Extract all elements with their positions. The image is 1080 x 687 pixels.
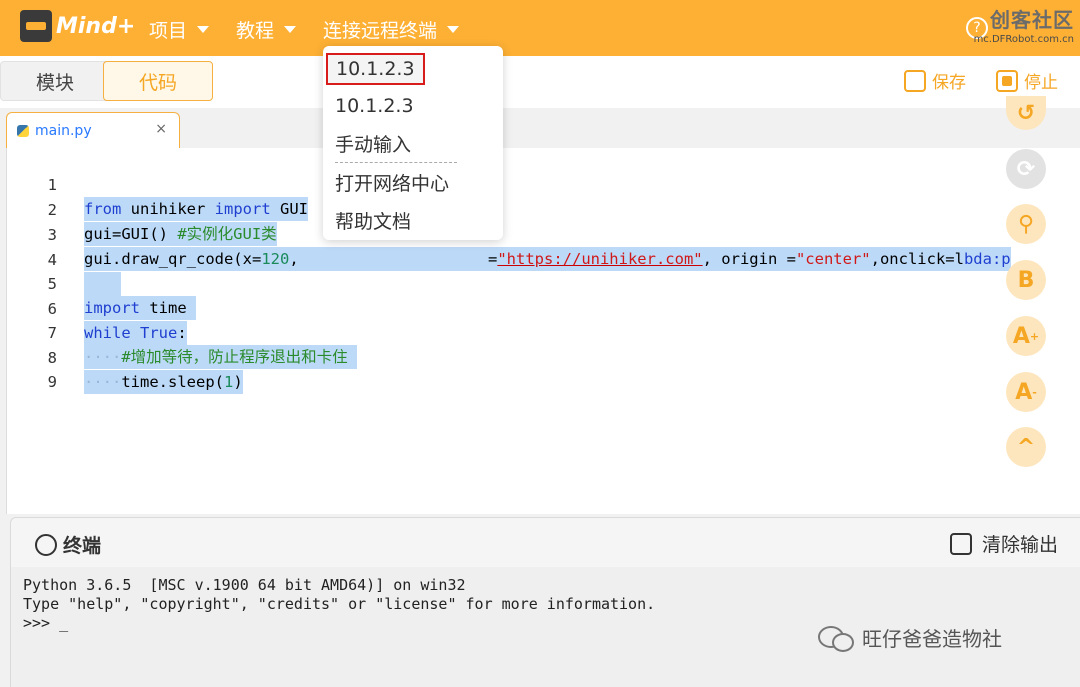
scroll-top-button[interactable]: ^ [1006, 427, 1046, 467]
code-text: ····time.sleep(1) [84, 370, 243, 394]
font-increase-button[interactable]: A + [1006, 316, 1046, 356]
code-line: 5 import time [7, 248, 1080, 320]
code-line: 6 while True: [7, 273, 1080, 345]
wechat-icon [818, 624, 854, 652]
line-number: 9 [47, 373, 57, 391]
font-decrease-button[interactable]: A- [1006, 372, 1046, 412]
save-icon [904, 69, 926, 92]
terminal-line: Python 3.6.5 [MSC v.1900 64 bit AMD64)] … [23, 576, 466, 594]
tab-module[interactable]: 模块 [0, 61, 110, 101]
dropdown-item-network-center[interactable]: 打开网络中心 [335, 169, 449, 199]
menu-bar: Mind+ 项目 教程 连接远程终端 ? 创客社区 mc.DFRobot.com… [0, 0, 1080, 56]
app-logo: Mind+ [20, 10, 135, 42]
save-button[interactable]: 保存 [904, 68, 966, 93]
dropdown-item-ip[interactable]: 10.1.2.3 [335, 91, 414, 121]
terminal-title: 终端 [35, 531, 101, 558]
code-line: 9 [7, 346, 1080, 391]
menu-tutorial[interactable]: 教程 [236, 16, 297, 43]
terminal-prompt: >>> _ [23, 614, 69, 632]
menu-remote-terminal-label: 连接远程终端 [323, 20, 438, 42]
remote-terminal-dropdown: 10.1.2.3 10.1.2.3 手动输入 打开网络中心 帮助文档 [323, 46, 503, 240]
stop-button[interactable]: 停止 [996, 68, 1058, 93]
code-line: 8 ····time.sleep(1) [7, 322, 1080, 394]
clear-output-button[interactable]: 清除输出 [949, 530, 1058, 557]
mind-plus-window: Mind+ 项目 教程 连接远程终端 ? 创客社区 mc.DFRobot.com… [0, 0, 1080, 687]
brand-url: mc.DFRobot.com.cn [973, 34, 1074, 45]
dropdown-divider [335, 162, 457, 163]
chevron-down-icon [284, 26, 297, 33]
close-icon[interactable]: × [155, 121, 167, 137]
code-line: 3 gui.draw_qr_code(x=120, ="https://unih… [7, 199, 1080, 271]
stop-label: 停止 [1024, 73, 1058, 93]
refresh-icon[interactable]: ⟳ [1006, 149, 1046, 189]
code-line: 2 gui=GUI() #实例化GUI类 [7, 174, 1080, 246]
code-line: 1 from unihiker import GUI [7, 149, 1080, 221]
menu-tutorial-label: 教程 [236, 20, 275, 42]
code-line: 4 [7, 224, 1080, 296]
save-label: 保存 [932, 73, 966, 93]
terminal-header: 终端 清除输出 [10, 517, 1080, 567]
watermark-text: 旺仔爸爸造物社 [862, 627, 1002, 651]
dropdown-item-manual-input[interactable]: 手动输入 [335, 130, 411, 160]
search-icon[interactable]: ⚲ [1006, 204, 1046, 244]
clear-output-label: 清除输出 [981, 534, 1058, 556]
chevron-down-icon [447, 26, 460, 33]
chevron-down-icon [197, 26, 210, 33]
code-editor[interactable]: 1 from unihiker import GUI 2 gui=GUI() #… [6, 148, 1080, 514]
file-tab-label: main.py [35, 122, 92, 139]
python-icon [17, 124, 29, 137]
eraser-icon [949, 532, 972, 555]
wechat-watermark: 旺仔爸爸造物社 [818, 623, 1002, 652]
brand-title: 创客社区 [990, 8, 1074, 32]
code-line: 7 ····#增加等待，防止程序退出和卡住 [7, 297, 1080, 369]
stop-icon [996, 69, 1018, 92]
dropdown-item-help-docs[interactable]: 帮助文档 [335, 207, 411, 237]
file-tab-strip: main.py × [0, 108, 1080, 148]
format-button[interactable]: B [1006, 260, 1046, 300]
menu-project[interactable]: 项目 [149, 16, 210, 43]
file-tab-main-py[interactable]: main.py × [6, 112, 180, 148]
toolbar: 模块 代码 保存 停止 [0, 56, 1080, 108]
tab-code[interactable]: 代码 [103, 61, 213, 101]
terminal-title-label: 终端 [63, 535, 102, 557]
terminal-icon [35, 533, 57, 556]
logo-text: Mind+ [56, 13, 136, 39]
robot-logo-icon [20, 10, 52, 42]
menu-remote-terminal[interactable]: 连接远程终端 [323, 16, 460, 43]
menu-project-label: 项目 [149, 20, 188, 42]
dropdown-item-ip-selected[interactable]: 10.1.2.3 [326, 53, 425, 85]
terminal-line: Type "help", "copyright", "credits" or "… [23, 595, 656, 613]
brand-watermark: 创客社区 mc.DFRobot.com.cn [974, 4, 1074, 45]
